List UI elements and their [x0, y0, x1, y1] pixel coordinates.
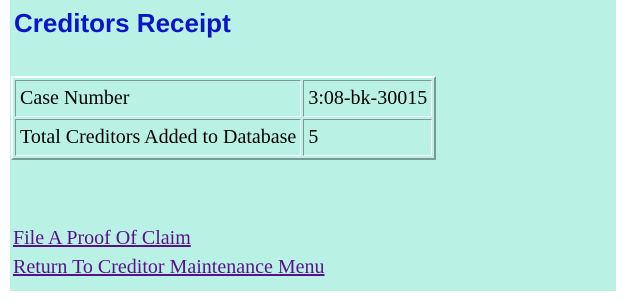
- total-creditors-value: 5: [303, 119, 433, 156]
- file-proof-of-claim-link[interactable]: File A Proof Of Claim: [13, 224, 324, 253]
- case-number-label: Case Number: [15, 80, 302, 117]
- table-row: Case Number 3:08-bk-30015: [15, 80, 433, 117]
- return-to-menu-link[interactable]: Return To Creditor Maintenance Menu: [13, 253, 324, 282]
- table-row: Total Creditors Added to Database 5: [15, 119, 433, 156]
- page-title: Creditors Receipt: [14, 8, 231, 38]
- case-number-value: 3:08-bk-30015: [303, 80, 433, 117]
- receipt-table: Case Number 3:08-bk-30015 Total Creditor…: [11, 76, 437, 160]
- action-links: File A Proof Of Claim Return To Creditor…: [13, 224, 324, 282]
- content-panel: Creditors Receipt Case Number 3:08-bk-30…: [10, 0, 616, 291]
- total-creditors-label: Total Creditors Added to Database: [15, 119, 302, 156]
